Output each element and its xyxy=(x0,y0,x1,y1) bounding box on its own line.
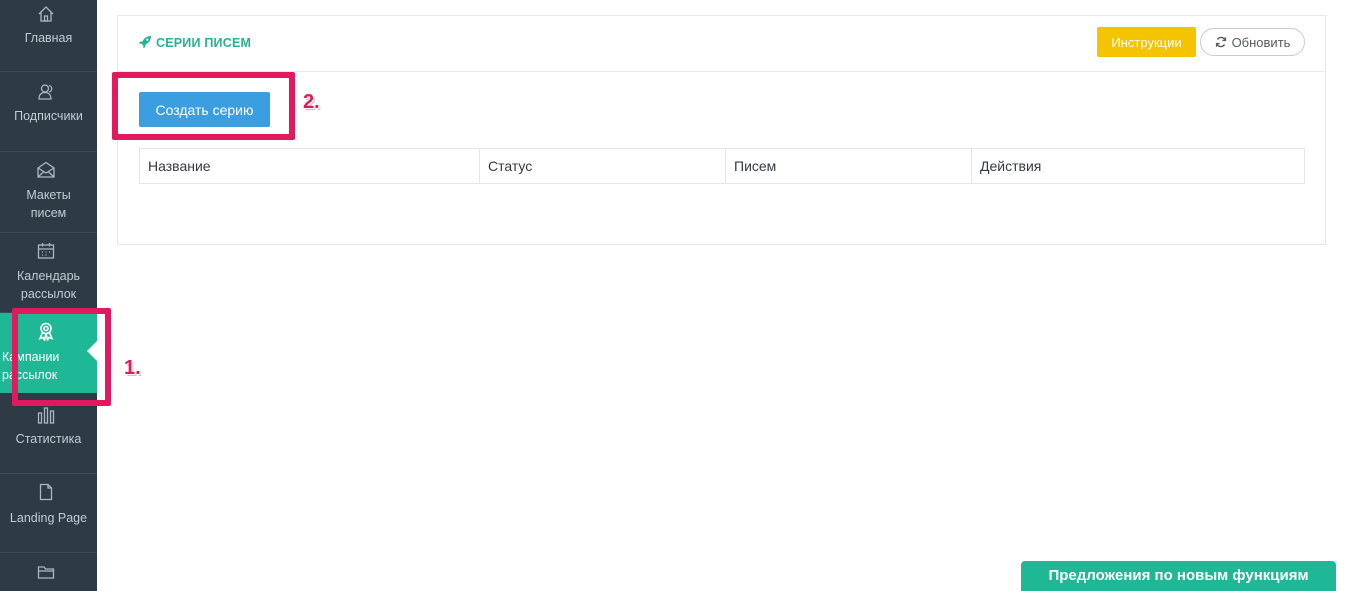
sidebar-item-label: Календарь рассылок xyxy=(16,269,81,301)
sidebar-item-label: Статистика xyxy=(15,432,82,446)
sidebar-item-label: Подписчики xyxy=(14,109,83,123)
instructions-button[interactable]: Инструкции xyxy=(1097,27,1196,57)
annotation-marker-1: 1. xyxy=(124,357,141,379)
annotation-marker-2: 2. xyxy=(303,91,320,113)
sidebar-item-statistics[interactable]: Статистика xyxy=(0,393,97,474)
panel-title-text: СЕРИИ ПИСЕМ xyxy=(156,36,252,50)
users-icon xyxy=(36,82,56,102)
panel-title: СЕРИИ ПИСЕМ xyxy=(138,35,251,50)
active-item-pointer xyxy=(87,341,97,361)
rocket-icon xyxy=(138,35,152,49)
sidebar: Главная Подписчики Макеты писем Календар… xyxy=(0,0,97,591)
refresh-button[interactable]: Обновить xyxy=(1200,28,1305,56)
sidebar-item-label: Кампании рассылок xyxy=(2,350,60,382)
email-series-panel: СЕРИИ ПИСЕМ Инструкции Обновить Создать … xyxy=(117,15,1326,245)
column-header-status[interactable]: Статус xyxy=(480,149,726,183)
file-icon xyxy=(36,482,56,502)
series-table-header: Название Статус Писем Действия xyxy=(139,148,1305,184)
bar-chart-icon xyxy=(36,405,56,425)
sidebar-item-landing-page[interactable]: Landing Page xyxy=(0,474,97,553)
refresh-icon xyxy=(1215,31,1227,48)
panel-header: СЕРИИ ПИСЕМ Инструкции Обновить xyxy=(118,16,1325,72)
envelope-icon xyxy=(36,160,56,180)
column-header-name[interactable]: Название xyxy=(140,149,480,183)
sidebar-item-home[interactable]: Главная xyxy=(0,0,97,72)
column-header-letters[interactable]: Писем xyxy=(726,149,972,183)
home-icon xyxy=(36,4,56,24)
award-icon xyxy=(36,321,56,341)
sidebar-item-folder[interactable] xyxy=(0,553,97,591)
sidebar-item-label: Landing Page xyxy=(9,511,88,525)
sidebar-item-campaigns[interactable]: Кампании рассылок xyxy=(0,313,97,393)
sidebar-item-templates[interactable]: Макеты писем xyxy=(0,152,97,233)
create-series-button[interactable]: Создать серию xyxy=(139,92,270,127)
folder-icon xyxy=(36,562,56,582)
column-header-actions[interactable]: Действия xyxy=(972,149,1304,183)
sidebar-item-label: Главная xyxy=(24,31,73,45)
calendar-icon xyxy=(36,241,56,261)
sidebar-item-label: Макеты писем xyxy=(26,188,71,220)
sidebar-item-calendar[interactable]: Календарь рассылок xyxy=(0,233,97,313)
feature-suggestions-button[interactable]: Предложения по новым функциям xyxy=(1021,561,1336,591)
refresh-button-label: Обновить xyxy=(1231,35,1291,50)
sidebar-item-subscribers[interactable]: Подписчики xyxy=(0,72,97,152)
